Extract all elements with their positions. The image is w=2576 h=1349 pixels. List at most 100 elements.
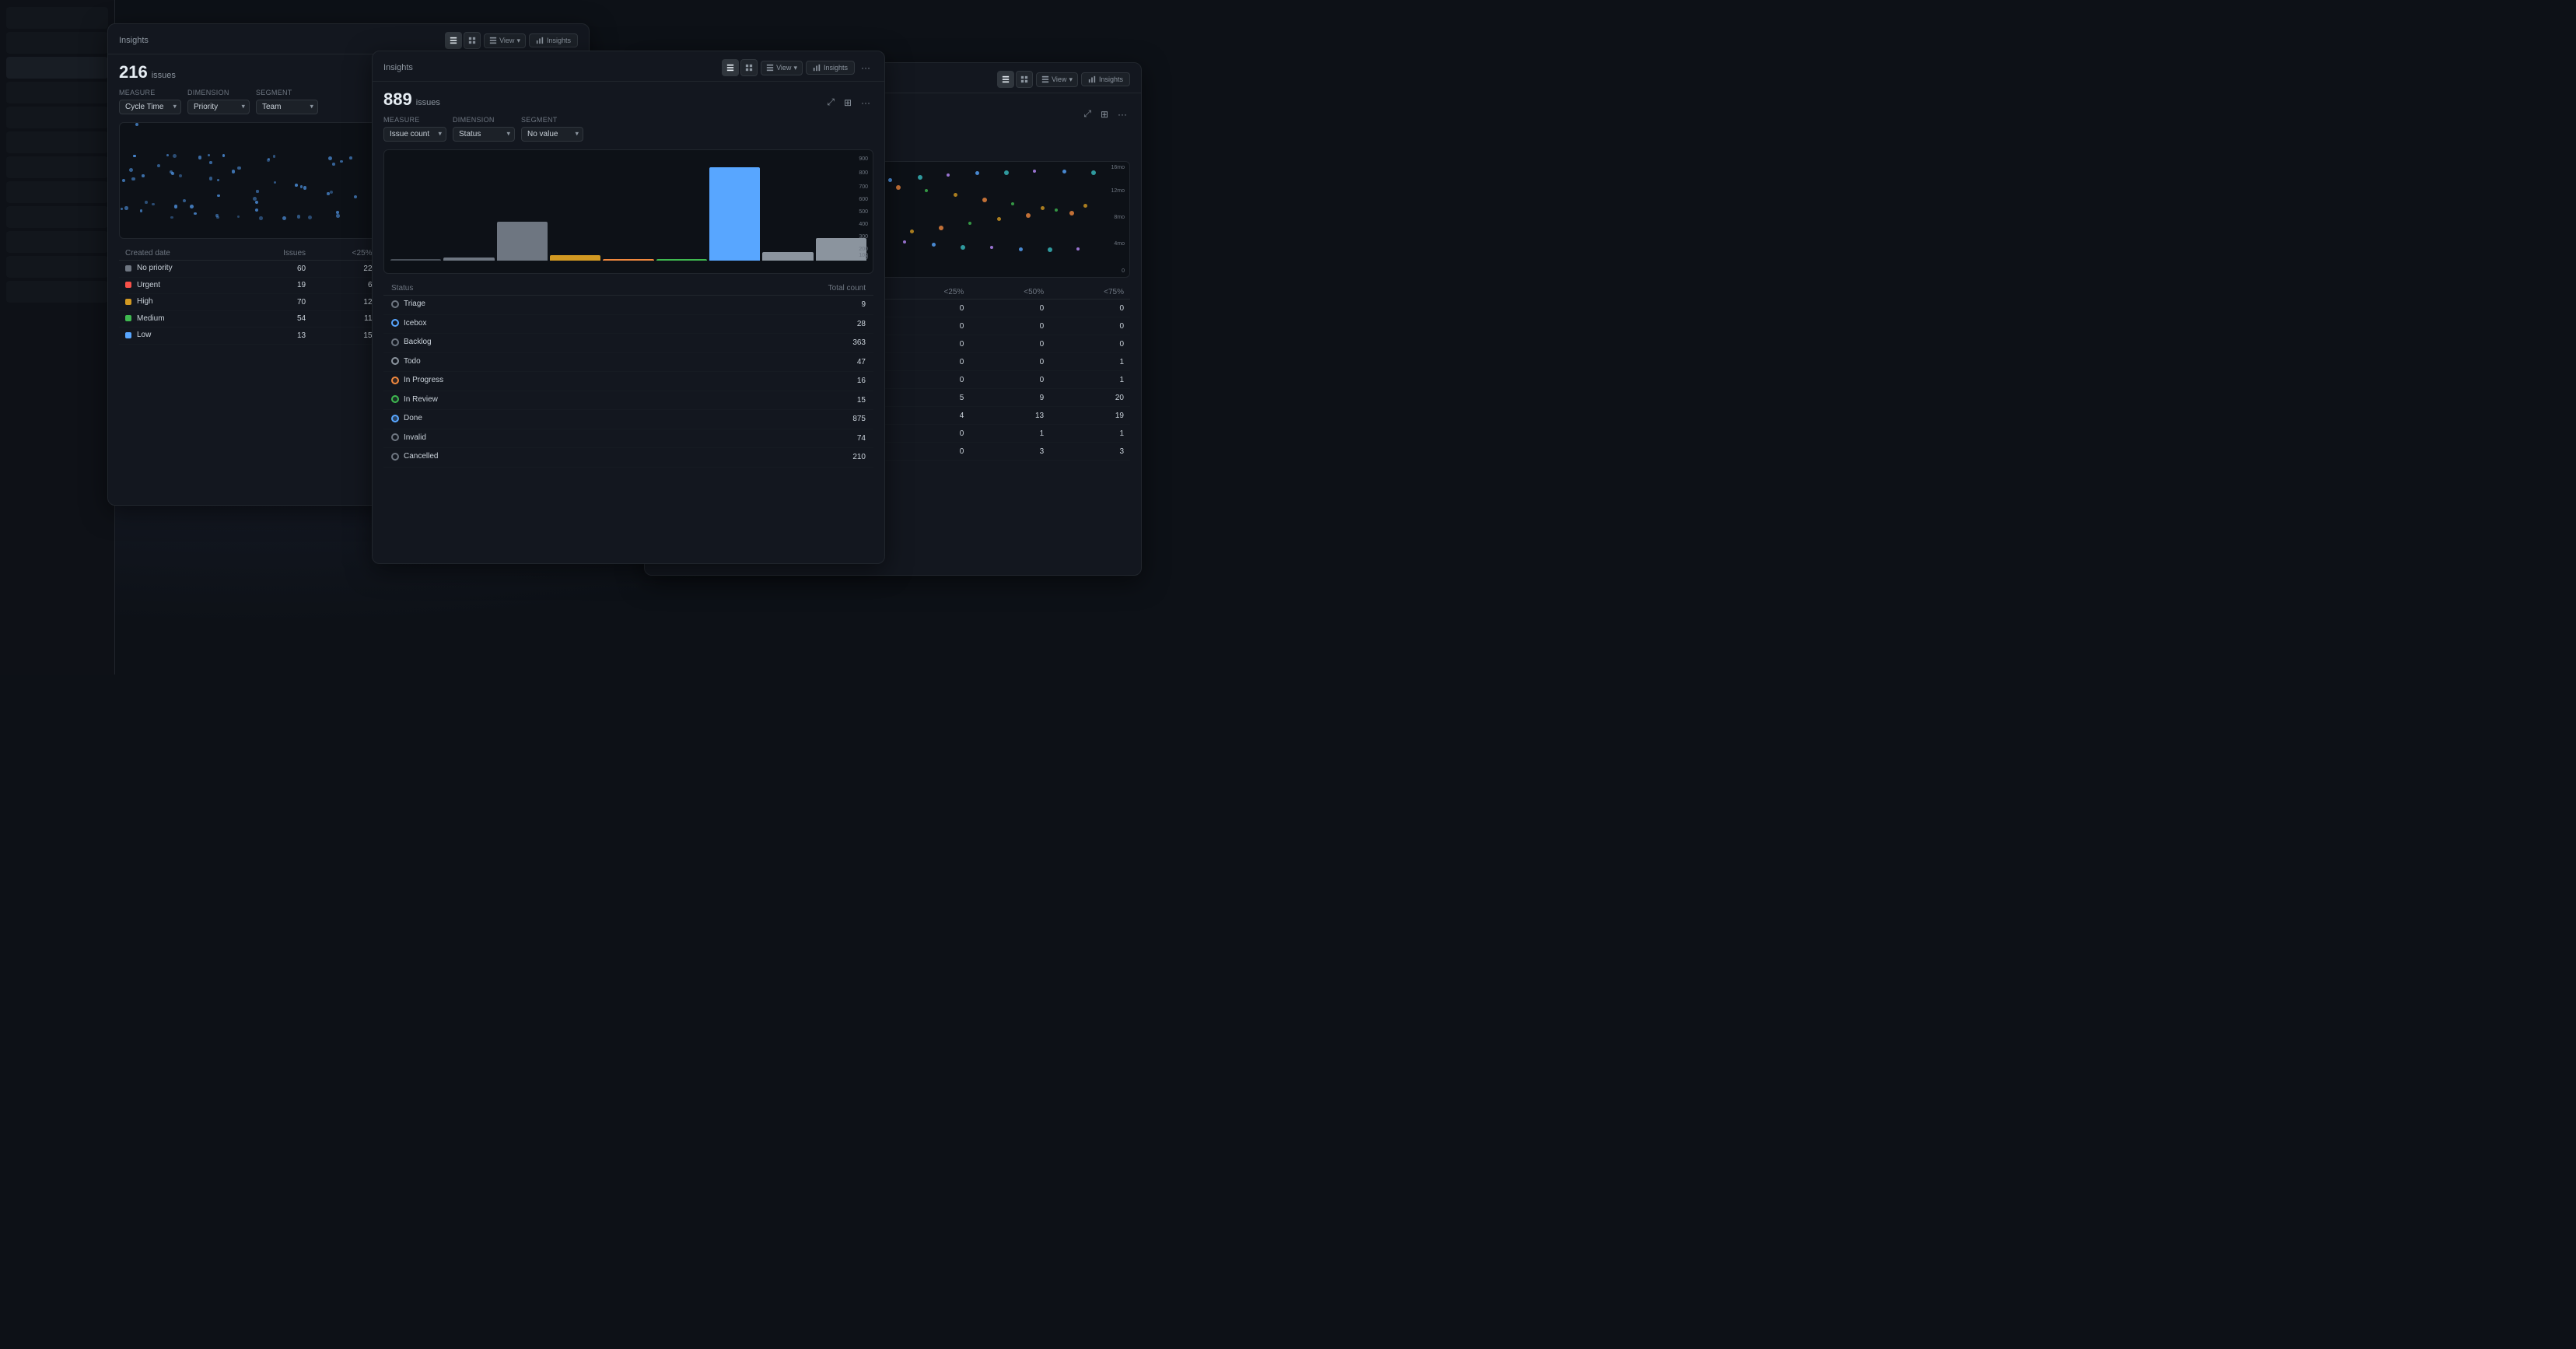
bar-item (656, 259, 707, 261)
priority-cell: High (119, 294, 240, 311)
panel3-list-view-btn[interactable] (997, 71, 1014, 88)
view-btn-2[interactable]: View ▾ (761, 61, 803, 75)
list-view-btn[interactable] (445, 32, 462, 49)
sidebar-item-2[interactable] (6, 32, 108, 54)
panel-2-header: Insights View ▾ Insights (373, 51, 884, 82)
scatter-dot-3 (975, 171, 979, 175)
scatter-dot (255, 201, 258, 204)
sidebar-item-9[interactable] (6, 206, 108, 228)
col-issues[interactable]: Issues (240, 247, 312, 261)
scatter-dot (174, 205, 177, 208)
sidebar-item-7[interactable] (6, 156, 108, 178)
dimension-select-2[interactable]: Status (453, 127, 515, 142)
status-cell: Done (383, 410, 658, 429)
table-row: Triage 9 (383, 296, 873, 315)
sidebar-item-4[interactable] (6, 82, 108, 103)
p25-cell: 22 (312, 261, 378, 278)
bar-item (709, 167, 760, 261)
table-btn-3[interactable]: ⊞ (1097, 107, 1111, 121)
count-col-header[interactable]: Total count (658, 282, 873, 296)
sidebar-item-1[interactable] (6, 7, 108, 29)
scatter-dot (274, 181, 276, 184)
bar-rect (497, 222, 548, 261)
bar-rect (390, 259, 441, 261)
scatter-dot (166, 154, 169, 156)
col-p75-3[interactable]: <75% (1050, 286, 1130, 300)
priority-cell: No priority (119, 261, 240, 278)
col-p25[interactable]: <25% (312, 247, 378, 261)
panel-1-view-icons (445, 32, 481, 49)
measure-select-1[interactable]: Cycle Time (119, 100, 181, 114)
scatter-dot (237, 215, 240, 218)
col-created[interactable]: Created date (119, 247, 240, 261)
segment-select-wrapper-2: No value (521, 126, 583, 142)
sidebar-item-11[interactable] (6, 256, 108, 278)
sidebar-item-12[interactable] (6, 281, 108, 303)
table-row: Done 875 (383, 410, 873, 429)
scatter-dot-3 (954, 193, 957, 197)
table-btn-2[interactable]: ⊞ (841, 95, 855, 110)
sidebar-item-10[interactable] (6, 231, 108, 253)
segment-label-2: Segment (521, 116, 583, 124)
panel2-list-view-btn[interactable] (722, 59, 739, 76)
scatter-dot (259, 216, 263, 220)
scatter-dot-3 (1048, 247, 1052, 252)
p50-cell-3: 3 (970, 443, 1050, 461)
expand-btn-3[interactable]: ⤢ (1080, 107, 1094, 121)
insights-btn-1[interactable]: Insights (529, 33, 578, 47)
table-row: In Review 15 (383, 391, 873, 410)
p50-cell-3: 0 (970, 353, 1050, 371)
panel-2-issues-label: issues (416, 98, 440, 107)
dimension-select-1[interactable]: Priority (187, 100, 250, 114)
panel3-grid-view-btn[interactable] (1016, 71, 1033, 88)
y-label-12mo: 12mo (1111, 188, 1125, 194)
scatter-dot-3 (997, 217, 1001, 221)
panel-3-view-icons (997, 71, 1033, 88)
measure-select-wrapper-2: Issue count (383, 126, 446, 142)
scatter-dot-3 (982, 198, 987, 202)
scatter-dot (122, 179, 126, 183)
panel-2-title: Insights (383, 63, 413, 72)
expand-btn-2[interactable]: ⤢ (824, 95, 838, 110)
status-col-header[interactable]: Status (383, 282, 658, 296)
more-btn-2b[interactable]: ··· (858, 95, 873, 110)
segment-select-2[interactable]: No value (521, 127, 583, 142)
col-p25-3[interactable]: <25% (890, 286, 970, 300)
scatter-dot-3 (939, 226, 943, 230)
insights-btn-2[interactable]: Insights (806, 61, 855, 75)
scatter-dot-3 (1041, 206, 1045, 210)
bar-rect (656, 259, 707, 261)
sidebar-item-3[interactable] (6, 57, 108, 79)
count-cell: 15 (658, 391, 873, 410)
segment-select-1[interactable]: Team (256, 100, 318, 114)
panel2-grid-view-btn[interactable] (740, 59, 758, 76)
sidebar-item-5[interactable] (6, 107, 108, 128)
grid-view-btn[interactable] (464, 32, 481, 49)
more-btn-2[interactable]: ··· (858, 61, 873, 75)
scatter-dot (157, 164, 160, 167)
p25-cell-3: 5 (890, 389, 970, 407)
scatter-dot (215, 214, 219, 217)
scatter-dot (145, 201, 148, 204)
view-btn-1[interactable]: View ▾ (484, 33, 526, 48)
count-cell: 363 (658, 334, 873, 353)
scatter-dot (222, 154, 225, 156)
issues-cell: 13 (240, 328, 312, 345)
measure-select-wrapper-1: Cycle Time (119, 99, 181, 114)
insights-btn-3[interactable]: Insights (1081, 72, 1130, 86)
bar-y-400: 400 (859, 222, 868, 227)
segment-group-2: Segment No value (521, 116, 583, 142)
p75-cell-3: 0 (1050, 300, 1130, 317)
bar-y-700: 700 (859, 184, 868, 190)
measure-select-2[interactable]: Issue count (383, 127, 446, 142)
view-btn-3[interactable]: View ▾ (1036, 72, 1078, 87)
more-btn-3[interactable]: ··· (1115, 107, 1130, 121)
col-p50-3[interactable]: <50% (970, 286, 1050, 300)
table-row: Cancelled 210 (383, 448, 873, 468)
measure-label-2: Measure (383, 116, 446, 124)
scatter-dot (198, 156, 202, 159)
p75-cell-3: 0 (1050, 335, 1130, 353)
scatter-dot-3 (1062, 170, 1066, 173)
sidebar-item-6[interactable] (6, 131, 108, 153)
sidebar-item-8[interactable] (6, 181, 108, 203)
